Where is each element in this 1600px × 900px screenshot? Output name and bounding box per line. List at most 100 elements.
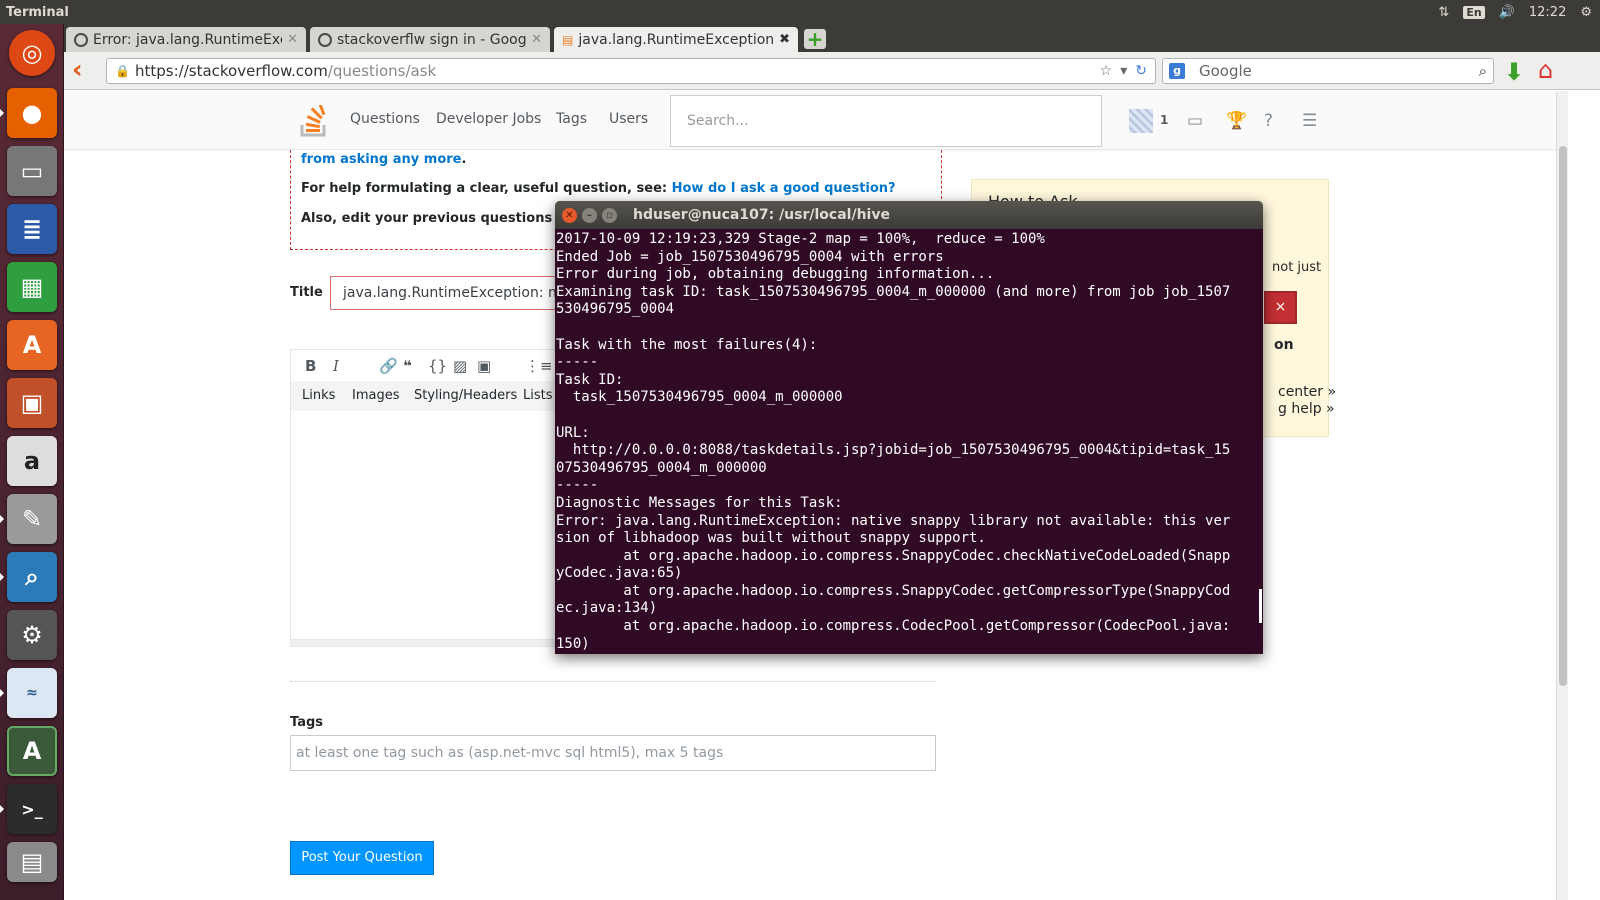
system-gear-icon[interactable]: ⚙ <box>1580 5 1592 20</box>
numbered-list-icon[interactable]: ⋮≡ <box>525 357 553 375</box>
code-braces-icon[interactable]: {} <box>428 357 447 375</box>
so-search-input[interactable]: Search... <box>670 95 1102 147</box>
workspace-switcher-icon[interactable]: ▤ <box>7 842 57 882</box>
trophy-icon[interactable]: 🏆 <box>1226 111 1247 131</box>
text-editor-icon[interactable]: ✎ <box>7 494 57 544</box>
tab-runtime-exception[interactable]: ▤ java.lang.RuntimeException... ✖ <box>554 27 798 52</box>
terminal-output[interactable]: 2017-10-09 12:19:23,329 Stage-2 map = 10… <box>556 231 1260 653</box>
browser-tab-bar: Error: java.lang.RuntimeExc... ✕ stackov… <box>64 24 1600 52</box>
close-icon[interactable]: ✖ <box>779 32 790 47</box>
active-app-title: Terminal <box>6 4 69 20</box>
terminal-line: Task ID: <box>556 371 624 388</box>
terminal-icon[interactable]: >_ <box>7 784 57 834</box>
blockquote-icon[interactable]: ❝ <box>403 357 412 375</box>
bookmark-star-icon[interactable]: ☆ <box>1100 63 1113 79</box>
tab-label: java.lang.RuntimeException... <box>578 31 775 48</box>
chevron-down-icon[interactable]: ▾ <box>1120 63 1127 79</box>
italic-icon[interactable]: I <box>333 357 339 375</box>
running-indicator <box>0 573 4 581</box>
help-tab-lists[interactable]: Lists <box>523 388 553 403</box>
page-scrollbar[interactable] <box>1556 91 1568 900</box>
download-arrow-icon[interactable]: ⬇ <box>1504 58 1524 86</box>
nav-tags[interactable]: Tags <box>556 111 587 127</box>
network-icon[interactable]: ⇅ <box>1438 5 1449 20</box>
writer-icon[interactable]: ≣ <box>7 204 57 254</box>
site-switcher-icon[interactable]: ☰ <box>1302 111 1317 131</box>
mysql-workbench-icon[interactable]: ≈ <box>7 668 57 718</box>
url-path: /questions/ask <box>327 62 437 80</box>
panel-indicators: ⇅ En 🔊 12:22 ⚙ <box>1438 5 1600 20</box>
notice-link[interactable]: from asking any more <box>301 152 462 167</box>
terminal-line: sion of libhadoop was built without snap… <box>556 530 986 547</box>
how-to-ask-link[interactable]: How do I ask a good question? <box>672 181 896 196</box>
top-panel: Terminal ⇅ En 🔊 12:22 ⚙ <box>0 0 1600 24</box>
terminal-line: at org.apache.hadoop.io.compress.SnappyC… <box>556 582 1231 599</box>
nav-developer-jobs[interactable]: Developer Jobs <box>436 111 541 127</box>
terminal-titlebar[interactable]: ✕ – ▫ hduser@nuca107: /usr/local/hive <box>555 201 1263 229</box>
stackoverflow-logo-icon[interactable] <box>300 105 328 137</box>
avatar[interactable] <box>1129 109 1153 133</box>
help-icon[interactable]: ? <box>1264 111 1273 131</box>
close-icon[interactable]: ✕ <box>287 32 298 47</box>
sidebar-link[interactable]: on <box>1274 337 1294 353</box>
impress-icon[interactable]: ▣ <box>7 378 57 428</box>
terminal-scrollbar[interactable] <box>1259 589 1262 623</box>
close-icon[interactable]: ✕ <box>562 207 577 223</box>
clock[interactable]: 12:22 <box>1529 5 1566 20</box>
dash-home-icon[interactable]: ◎ <box>9 30 55 76</box>
minimize-icon[interactable]: – <box>582 207 597 223</box>
volume-icon[interactable]: 🔊 <box>1499 5 1515 20</box>
running-indicator <box>0 805 4 813</box>
search-icon[interactable]: ⌕ <box>1479 62 1487 80</box>
scrollbar-thumb[interactable] <box>1559 146 1567 686</box>
tags-input[interactable]: at least one tag such as (asp.net-mvc sq… <box>290 735 936 771</box>
reload-icon[interactable]: ↻ <box>1135 63 1147 79</box>
home-icon[interactable]: ⌂ <box>1538 56 1553 84</box>
close-icon[interactable]: × <box>1264 291 1297 324</box>
url-bar[interactable]: 🔒 https://stackoverflow.com /questions/a… <box>106 58 1156 84</box>
title-label: Title <box>290 285 323 300</box>
image-icon[interactable]: ▨ <box>453 357 467 375</box>
maximize-icon[interactable]: ▫ <box>602 207 617 223</box>
running-indicator <box>0 515 4 523</box>
terminal-line: 530496795_0004 <box>556 301 675 318</box>
tab-stackoverflow-signin[interactable]: stackoverflw sign in - Googl... ✕ <box>310 27 550 52</box>
google-search-engine-icon[interactable]: g <box>1169 63 1185 79</box>
snippet-icon[interactable]: ▣ <box>477 357 491 375</box>
firefox-icon[interactable]: ● <box>7 88 57 138</box>
post-question-button[interactable]: Post Your Question <box>290 841 434 875</box>
bold-icon[interactable]: B <box>305 357 316 375</box>
inbox-icon[interactable]: ▭ <box>1187 111 1203 131</box>
back-arrow-icon[interactable]: ‹ <box>72 57 98 84</box>
terminal-line: yCodec.java:65) <box>556 565 683 582</box>
help-tab-links[interactable]: Links <box>302 388 335 403</box>
keyboard-layout-indicator[interactable]: En <box>1463 5 1485 19</box>
remmina-icon[interactable]: ⌕ <box>7 552 57 602</box>
terminal-line: at org.apache.hadoop.io.compress.CodecPo… <box>556 618 1231 635</box>
title-input[interactable]: java.lang.RuntimeException: nativ <box>330 276 570 310</box>
software-updater-icon[interactable]: A <box>7 726 57 776</box>
close-icon[interactable]: ✕ <box>531 32 542 47</box>
help-tab-styling[interactable]: Styling/Headers <box>414 388 517 403</box>
editor-help-tabs: Links Images Styling/Headers Lists <box>290 381 560 411</box>
software-center-icon[interactable]: A <box>7 320 57 370</box>
link-icon[interactable]: 🔗 <box>379 357 398 375</box>
notice-line-1: from asking any more. <box>301 152 467 167</box>
files-icon[interactable]: ▭ <box>7 146 57 196</box>
tab-error-runtime[interactable]: Error: java.lang.RuntimeExc... ✕ <box>66 27 306 52</box>
calc-icon[interactable]: ▦ <box>7 262 57 312</box>
asking-help-link[interactable]: g help » <box>1278 401 1335 417</box>
nav-questions[interactable]: Questions <box>350 111 420 127</box>
terminal-window[interactable]: ✕ – ▫ hduser@nuca107: /usr/local/hive 20… <box>555 201 1263 654</box>
help-center-link[interactable]: center » <box>1278 384 1336 400</box>
terminal-line: at org.apache.hadoop.io.compress.SnappyC… <box>556 547 1231 564</box>
editor-resize-grip[interactable] <box>290 639 560 647</box>
new-tab-plus-icon[interactable]: + <box>804 29 826 49</box>
system-settings-icon[interactable]: ⚙ <box>7 610 57 660</box>
question-body-textarea[interactable] <box>290 411 560 641</box>
search-bar[interactable]: g Google ⌕ <box>1162 58 1494 84</box>
help-tab-images[interactable]: Images <box>352 388 400 403</box>
nav-users[interactable]: Users <box>609 111 648 127</box>
amazon-icon[interactable]: a <box>7 436 57 486</box>
